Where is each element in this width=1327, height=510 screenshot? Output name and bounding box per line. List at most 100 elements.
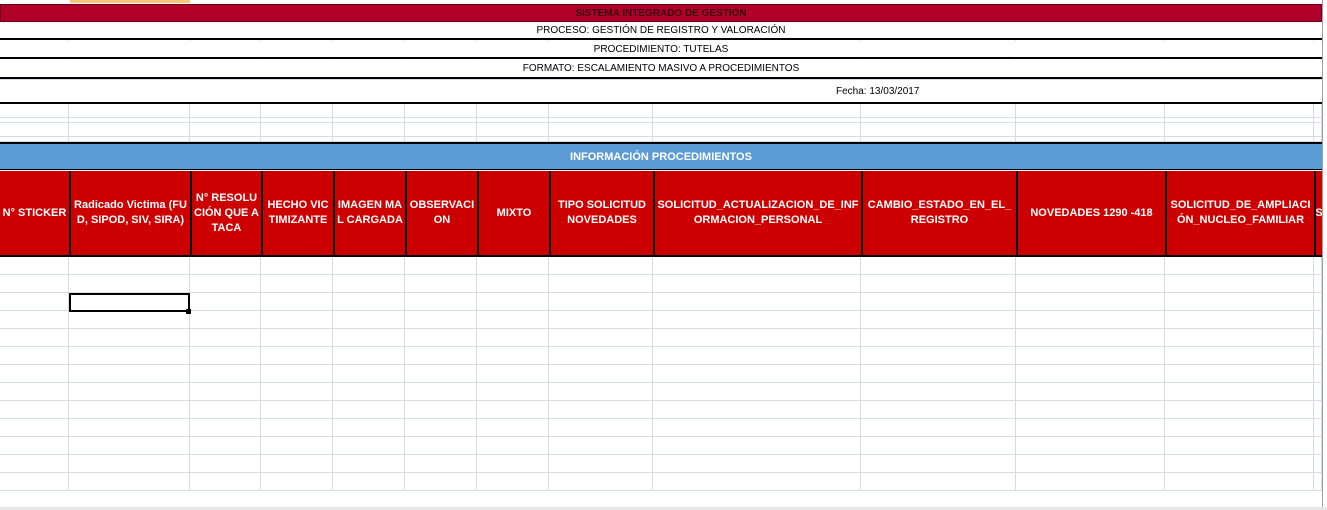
grid-cell[interactable]	[0, 329, 69, 347]
spreadsheet-grid[interactable]: SISTEMA INTEGRADO DE GESTION PROCESO: GE…	[0, 0, 1327, 510]
grid-cell[interactable]	[861, 347, 1016, 365]
grid-cell[interactable]	[405, 257, 477, 275]
grid-cell[interactable]	[1016, 123, 1165, 137]
grid-cell[interactable]	[477, 123, 549, 137]
grid-cell[interactable]	[190, 365, 261, 383]
grid-cell[interactable]	[405, 329, 477, 347]
grid-cell[interactable]	[405, 455, 477, 473]
grid-cell[interactable]	[0, 123, 69, 137]
grid-cell[interactable]	[1016, 104, 1165, 118]
grid-cell[interactable]	[477, 473, 549, 491]
grid-cell[interactable]	[190, 383, 261, 401]
grid-cell[interactable]	[653, 257, 861, 275]
grid-cell[interactable]	[333, 293, 405, 311]
grid-cell[interactable]	[1165, 437, 1314, 455]
grid-cell[interactable]	[405, 437, 477, 455]
grid-cell[interactable]	[1165, 473, 1314, 491]
grid-cell[interactable]	[69, 123, 190, 137]
grid-cell[interactable]	[477, 347, 549, 365]
grid-cell[interactable]	[1016, 347, 1165, 365]
grid-cell[interactable]	[0, 347, 69, 365]
grid-cell[interactable]	[261, 401, 333, 419]
grid-cell[interactable]	[1314, 437, 1322, 455]
grid-cell[interactable]	[261, 329, 333, 347]
grid-cell[interactable]	[333, 455, 405, 473]
grid-cell[interactable]	[190, 104, 261, 118]
grid-cell[interactable]	[69, 329, 190, 347]
grid-cell[interactable]	[190, 473, 261, 491]
grid-cell[interactable]	[261, 123, 333, 137]
grid-cell[interactable]	[405, 123, 477, 137]
grid-cell[interactable]	[69, 257, 190, 275]
grid-cell[interactable]	[0, 383, 69, 401]
grid-cell[interactable]	[477, 275, 549, 293]
grid-cell[interactable]	[0, 473, 69, 491]
grid-cell[interactable]	[1314, 347, 1322, 365]
grid-cell[interactable]	[0, 293, 69, 311]
grid-cell[interactable]	[333, 419, 405, 437]
grid-cell[interactable]	[653, 401, 861, 419]
grid-cell[interactable]	[1165, 123, 1314, 137]
grid-cell[interactable]	[549, 419, 653, 437]
grid-cell[interactable]	[0, 275, 69, 293]
grid-cell[interactable]	[261, 419, 333, 437]
grid-cell[interactable]	[261, 437, 333, 455]
grid-cell[interactable]	[1314, 419, 1322, 437]
grid-cell[interactable]	[333, 257, 405, 275]
grid-cell[interactable]	[261, 455, 333, 473]
grid-cell[interactable]	[1314, 275, 1322, 293]
grid-cell[interactable]	[477, 383, 549, 401]
grid-cell[interactable]	[1165, 104, 1314, 118]
grid-cell[interactable]	[1314, 123, 1322, 137]
grid-cell[interactable]	[1016, 365, 1165, 383]
grid-cell[interactable]	[1314, 455, 1322, 473]
grid-cell[interactable]	[1016, 473, 1165, 491]
grid-cell[interactable]	[69, 437, 190, 455]
grid-cell[interactable]	[405, 383, 477, 401]
header-cambio-estado[interactable]: CAMBIO_ESTADO_EN_EL_REGISTRO	[861, 171, 1016, 257]
grid-cell[interactable]	[333, 437, 405, 455]
procedure-band[interactable]: PROCEDIMIENTO: TUTELAS	[0, 41, 1322, 59]
grid-cell[interactable]	[1016, 329, 1165, 347]
grid-cell[interactable]	[1314, 473, 1322, 491]
grid-cell[interactable]	[1314, 383, 1322, 401]
grid-cell[interactable]	[477, 365, 549, 383]
grid-cell[interactable]	[190, 401, 261, 419]
grid-cell[interactable]	[190, 455, 261, 473]
grid-cell[interactable]	[1314, 293, 1322, 311]
grid-cell[interactable]	[333, 123, 405, 137]
grid-cell[interactable]	[333, 383, 405, 401]
grid-cell[interactable]	[861, 383, 1016, 401]
fill-handle[interactable]	[186, 309, 191, 314]
grid-cell[interactable]	[1016, 383, 1165, 401]
grid-cell[interactable]	[1016, 419, 1165, 437]
grid-cell[interactable]	[653, 347, 861, 365]
grid-cell[interactable]	[1016, 275, 1165, 293]
grid-cell[interactable]	[405, 401, 477, 419]
grid-cell[interactable]	[549, 401, 653, 419]
grid-cell[interactable]	[333, 329, 405, 347]
grid-cell[interactable]	[861, 104, 1016, 118]
grid-cell[interactable]	[190, 419, 261, 437]
grid-cell[interactable]	[1165, 257, 1314, 275]
grid-cell[interactable]	[0, 437, 69, 455]
header-imagen-mal-cargada[interactable]: IMAGEN MAL CARGADA	[333, 171, 405, 257]
grid-cell[interactable]	[405, 365, 477, 383]
grid-cell[interactable]	[1165, 383, 1314, 401]
grid-cell[interactable]	[477, 329, 549, 347]
grid-cell[interactable]	[405, 104, 477, 118]
grid-cell[interactable]	[477, 437, 549, 455]
grid-cell[interactable]	[1016, 455, 1165, 473]
grid-cell[interactable]	[405, 311, 477, 329]
grid-cell[interactable]	[261, 311, 333, 329]
grid-cell[interactable]	[549, 329, 653, 347]
grid-cell[interactable]	[190, 275, 261, 293]
grid-cell[interactable]	[1165, 311, 1314, 329]
grid-cell[interactable]	[1165, 293, 1314, 311]
grid-cell[interactable]	[861, 401, 1016, 419]
header-novedades[interactable]: NOVEDADES 1290 -418	[1016, 171, 1165, 257]
grid-cell[interactable]	[861, 419, 1016, 437]
grid-cell[interactable]	[0, 419, 69, 437]
header-partial-column[interactable]: S	[1314, 171, 1322, 257]
grid-cell[interactable]	[190, 329, 261, 347]
